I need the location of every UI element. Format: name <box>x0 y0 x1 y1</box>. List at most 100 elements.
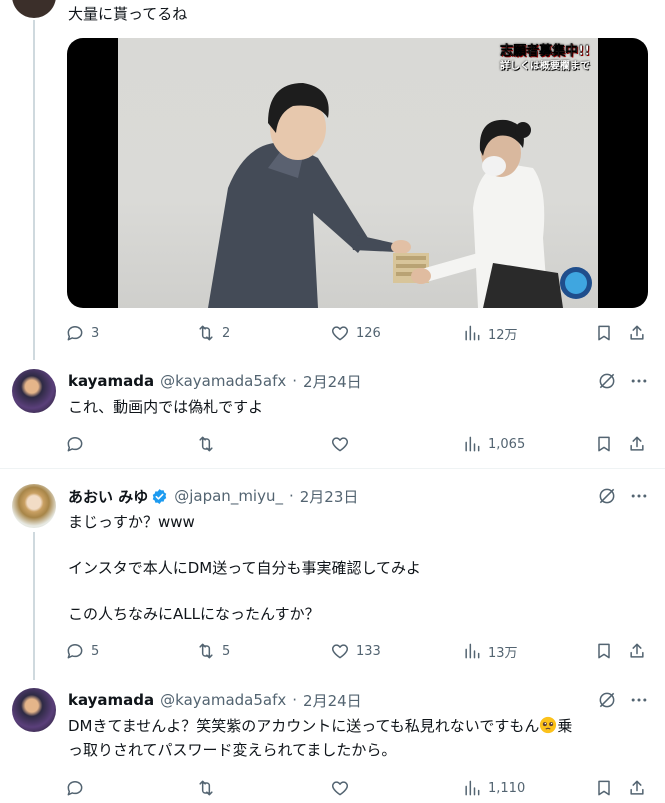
timestamp[interactable]: 2月23日 <box>300 486 359 507</box>
reply-button[interactable]: 5 <box>65 639 99 663</box>
pleading-face-emoji <box>540 716 557 734</box>
overlay-line2: 詳しくは概要欄まで <box>500 61 590 72</box>
bookmark-icon <box>598 436 610 452</box>
share-button[interactable] <box>627 639 647 663</box>
avatar[interactable] <box>12 688 56 732</box>
views-button[interactable]: 1,065 <box>462 432 525 456</box>
avatar[interactable] <box>12 369 56 413</box>
views-button[interactable]: 1,110 <box>462 776 525 800</box>
reply-count: 3 <box>91 325 100 341</box>
reply-icon <box>67 644 83 659</box>
video-thumbnail[interactable]: 志願者募集中!! 詳しくは概要欄まで <box>67 38 648 308</box>
share-button[interactable] <box>627 776 647 800</box>
timestamp[interactable]: 2月24日 <box>303 690 362 711</box>
tweet-actions: 3 2 126 12万 <box>62 321 658 345</box>
separator: · <box>292 691 298 709</box>
like-button[interactable]: 126 <box>330 321 381 345</box>
share-icon <box>630 643 644 658</box>
like-icon <box>331 437 349 452</box>
grok-icon <box>599 692 615 708</box>
tweet-text: 大量に貰ってるね <box>68 5 188 23</box>
tweet-text-line: まじっすか？www <box>68 513 195 531</box>
more-button[interactable] <box>629 690 649 710</box>
tweet-text: まじっすか？www インスタで本人にDM送って自分も事実確認してみよ この人ちな… <box>68 510 648 626</box>
more-icon <box>631 494 647 498</box>
views-icon <box>465 643 480 659</box>
thread-line <box>33 20 35 360</box>
thread-line <box>33 532 35 680</box>
views-count: 1,065 <box>488 436 526 452</box>
tweet-text: これ、動画内では偽札ですよ <box>68 398 264 416</box>
grok-button[interactable] <box>597 690 617 710</box>
video-frame: 志願者募集中!! 詳しくは概要欄まで <box>118 38 598 308</box>
share-icon <box>630 780 644 795</box>
like-icon <box>331 326 349 341</box>
display-name[interactable]: kayamada <box>68 372 154 390</box>
share-icon <box>630 436 644 451</box>
grok-icon <box>599 488 615 504</box>
share-icon <box>630 325 644 340</box>
tweet-text: DMきてませんよ？笑笑紫のアカウントに送っても私見れないですもん乗 っ取りされて… <box>68 714 658 762</box>
like-button[interactable]: 133 <box>330 639 381 663</box>
views-count: 12万 <box>488 327 518 343</box>
like-button[interactable] <box>330 776 356 800</box>
timestamp[interactable]: 2月24日 <box>303 371 362 392</box>
grok-icon <box>599 373 615 389</box>
more-button[interactable] <box>629 371 649 391</box>
tweet-text-line: DMきてませんよ？笑笑紫のアカウントに送っても私見れないですもん <box>68 717 540 735</box>
more-icon <box>631 379 647 383</box>
retweet-button[interactable]: 5 <box>196 639 230 663</box>
display-name[interactable]: kayamada <box>68 691 154 709</box>
separator: · <box>292 372 298 390</box>
retweet-button[interactable] <box>196 432 222 456</box>
views-count: 1,110 <box>488 780 526 796</box>
avatar[interactable] <box>12 484 56 528</box>
tweet-header: kayamada @kayamada5afx · 2月24日 <box>68 690 368 710</box>
bookmark-button[interactable] <box>594 639 614 663</box>
tweet-header: あおい みゆ @japan_miyu_ · 2月23日 <box>68 486 364 506</box>
views-button[interactable]: 13万 <box>462 639 518 663</box>
user-handle[interactable]: @kayamada5afx <box>160 372 286 390</box>
retweet-icon <box>199 780 213 796</box>
divider <box>0 468 665 469</box>
video-scene <box>208 83 592 308</box>
bookmark-button[interactable] <box>594 776 614 800</box>
bookmark-icon <box>598 643 610 659</box>
reply-button[interactable] <box>65 776 91 800</box>
retweet-icon <box>199 643 213 659</box>
tweet-text-line: この人ちなみにALLになったんすか？ <box>68 605 320 623</box>
user-handle[interactable]: @kayamada5afx <box>160 691 286 709</box>
views-icon <box>465 780 480 796</box>
like-icon <box>331 781 349 796</box>
avatar[interactable] <box>12 0 56 18</box>
reply-button[interactable]: 3 <box>65 321 99 345</box>
share-button[interactable] <box>627 321 647 345</box>
tweet-actions: 1,110 <box>62 776 658 800</box>
bookmark-button[interactable] <box>594 432 614 456</box>
verified-icon <box>153 488 167 504</box>
overlay-line1: 志願者募集中!! <box>500 44 590 59</box>
retweet-button[interactable] <box>196 776 222 800</box>
more-button[interactable] <box>629 486 649 506</box>
retweet-count: 2 <box>222 325 231 341</box>
bookmark-button[interactable] <box>594 321 614 345</box>
share-button[interactable] <box>627 432 647 456</box>
display-name-text: あおい みゆ <box>68 487 149 506</box>
retweet-button[interactable]: 2 <box>196 321 230 345</box>
retweet-count: 5 <box>222 643 231 659</box>
views-button[interactable]: 12万 <box>462 321 518 345</box>
grok-button[interactable] <box>597 486 617 506</box>
retweet-icon <box>199 436 213 452</box>
like-button[interactable] <box>330 432 356 456</box>
tweet-actions: 5 5 133 13万 <box>62 639 658 663</box>
bookmark-icon <box>598 325 610 341</box>
tweet-actions: 1,065 <box>62 432 658 456</box>
like-icon <box>331 644 349 659</box>
tweet-text-line-end: 乗 <box>557 717 573 735</box>
reply-button[interactable] <box>65 432 91 456</box>
display-name[interactable]: あおい みゆ <box>68 486 168 507</box>
grok-button[interactable] <box>597 371 617 391</box>
reply-icon <box>67 437 83 452</box>
user-handle[interactable]: @japan_miyu_ <box>174 487 283 505</box>
reply-icon <box>67 326 83 341</box>
